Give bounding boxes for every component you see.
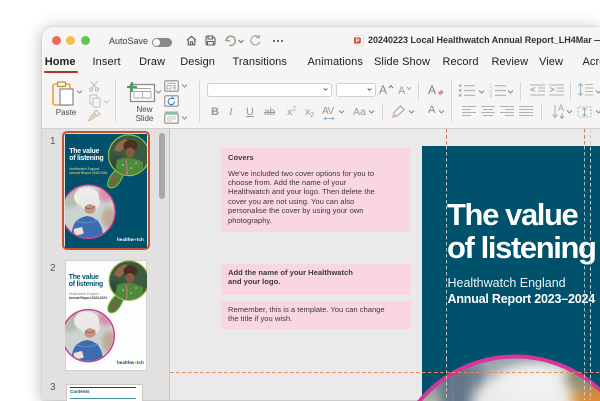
svg-text:3: 3 <box>490 93 493 98</box>
svg-text:healthw●tch: healthw●tch <box>117 237 144 242</box>
svg-text:A: A <box>558 103 564 113</box>
svg-text:healthw●tch: healthw●tch <box>117 360 144 365</box>
svg-text:P: P <box>356 38 360 44</box>
